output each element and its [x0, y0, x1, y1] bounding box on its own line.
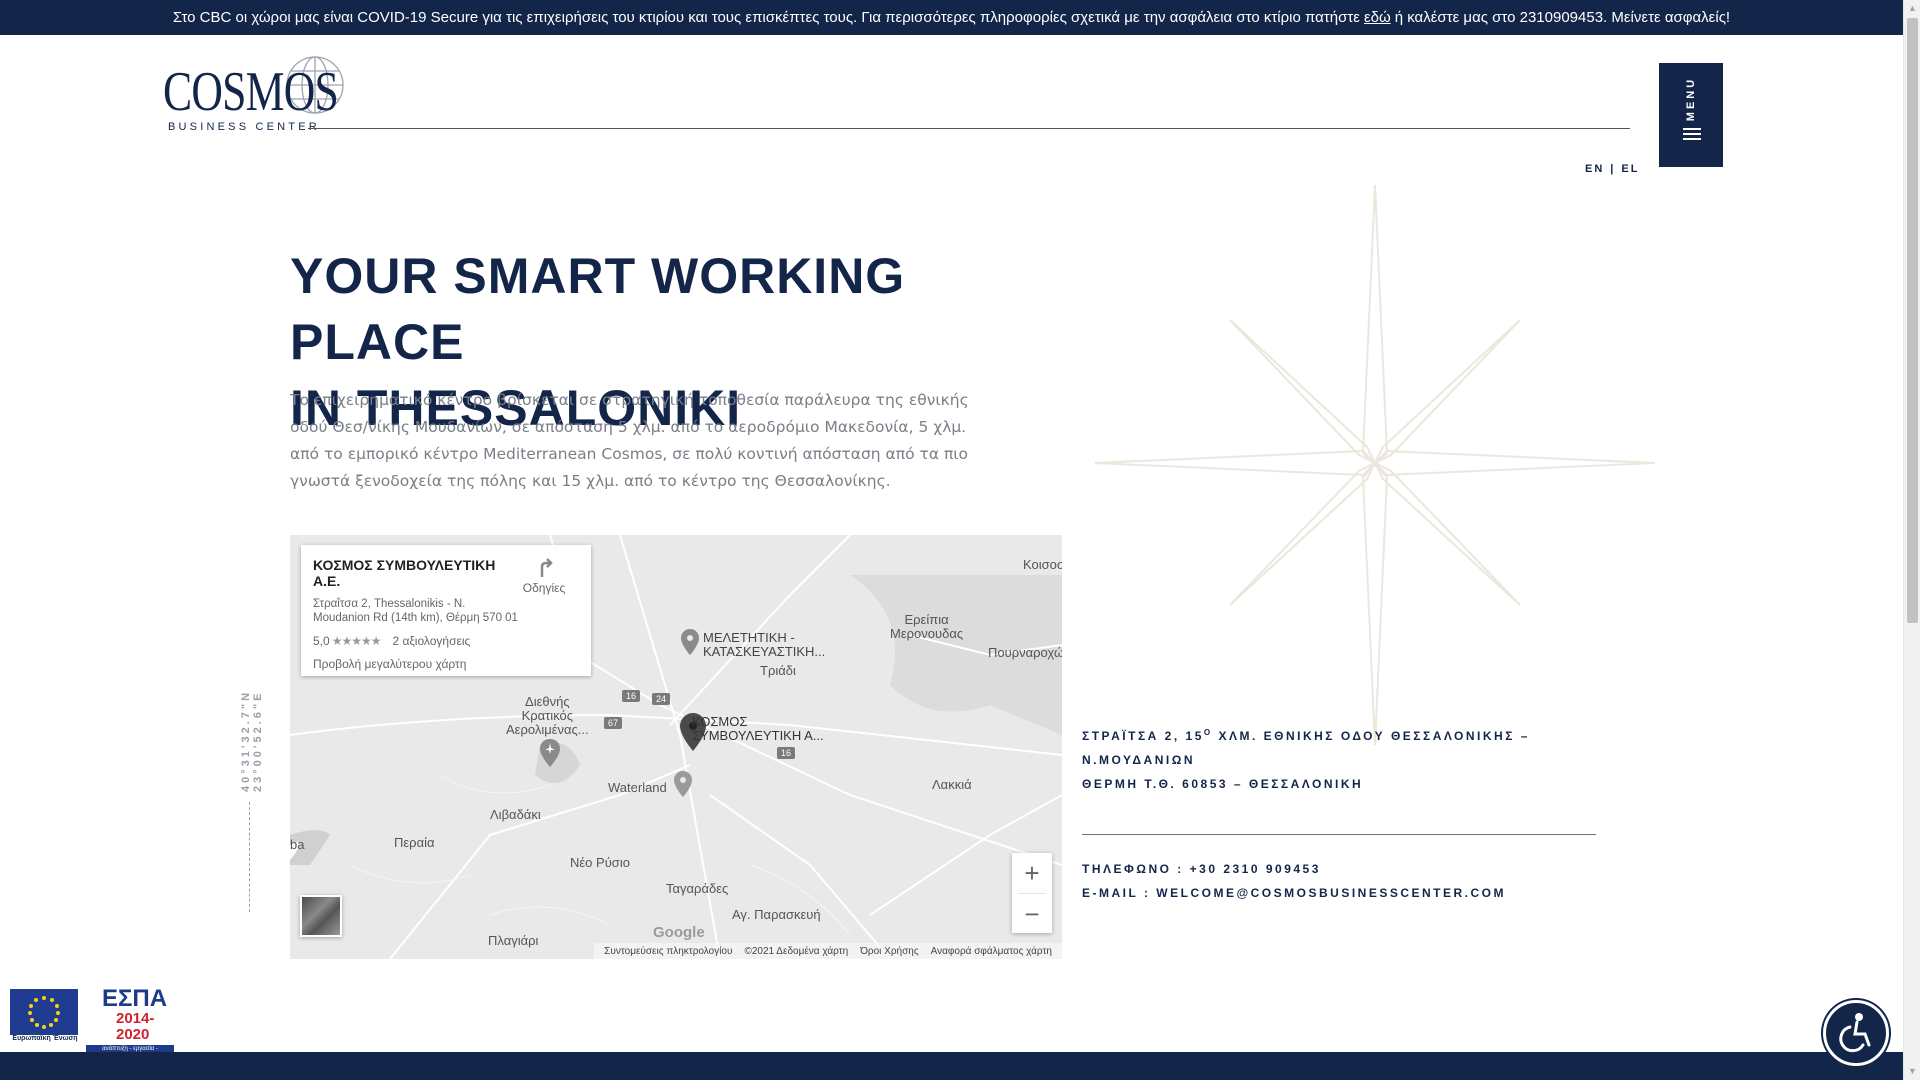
address-line1-rest: ΧΛΜ. ΕΘΝΙΚΗΣ ΟΔΟΥ ΘΕΣΣΑΛΟΝΙΚΗΣ –	[1212, 729, 1530, 743]
map-label-peraia: Περαία	[394, 835, 435, 850]
footer-bar	[0, 1052, 1903, 1080]
banner-link[interactable]: εδώ	[1364, 9, 1391, 26]
email-row: E-MAIL : WELCOME@COSMOSBUSINESSCENTER.CO…	[1082, 881, 1506, 905]
phone-label: ΤΗΛΕΦΩΝΟ :	[1082, 862, 1190, 876]
bigger-map-link[interactable]: Προβολή μεγαλύτερου χάρτη	[313, 657, 579, 671]
map-label-ag-paraskevi: Αγ. Παρασκευή	[732, 907, 821, 922]
star-rating-icon: ★★★★★	[331, 634, 382, 648]
menu-button[interactable]: MENU	[1659, 63, 1723, 167]
zoom-controls: + −	[1012, 853, 1052, 933]
accessibility-button[interactable]	[1823, 1000, 1889, 1066]
espa-title: ΕΣΠΑ	[102, 985, 168, 1012]
map-label-airport: Διεθνής Κρατικός Αερολιμένας...	[506, 694, 589, 737]
lang-separator: |	[1610, 163, 1616, 175]
address-line2: Ν.ΜΟΥΔΑΝΙΩΝ	[1082, 753, 1195, 767]
directions-label: Οδηγίες	[522, 581, 566, 595]
reviews-link[interactable]: 2 αξιολογήσεις	[392, 634, 470, 648]
map-label-tagarades: Ταγαράδες	[666, 881, 729, 896]
lang-el[interactable]: EL	[1621, 163, 1639, 175]
map-label-meletitiki: ΜΕΛΕΤΗΤΙΚΗ - ΚΑΤΑΣΚΕΥΑΣΤΙΚΗ...	[703, 630, 826, 659]
compass-star-icon	[1095, 185, 1655, 745]
rating-value: 5,0	[313, 634, 330, 648]
map-label-triadi: Τριάδι	[760, 663, 796, 678]
directions-icon	[540, 558, 553, 577]
zoom-out-button[interactable]: −	[1012, 894, 1052, 934]
map-pin-icon	[674, 771, 692, 797]
map-data-text: ©2021 Δεδομένα χάρτη	[744, 945, 849, 957]
place-address: Στραΐτσα 2, Thessalonikis - N. Moudanion…	[313, 598, 518, 624]
banner-text-after: ή καλέστε μας στο 2310909453. Μείνετε ασ…	[1394, 9, 1731, 26]
map-label-neo-rysio: Νέο Ρύσιο	[570, 855, 630, 870]
address-line1-sup: Ο	[1203, 728, 1213, 737]
google-logo: Google	[653, 924, 705, 941]
map-label-plagiari: Πλαγιάρι	[488, 933, 539, 948]
page-scrollbar[interactable]: ▲ ▼	[1903, 0, 1920, 1080]
map-label-pournaroxori: Πουρναροχώ...	[988, 645, 1062, 660]
place-info-card: ΚΟΣΜΟΣ ΣΥΜΒΟΥΛΕΥΤΙΚΗ Α.Ε. Στραΐτσα 2, Th…	[301, 545, 591, 676]
map-label-kosmos: ΚΟΣΜΟΣ ΣΥΜΒΟΥΛΕΥΤΙΚΗ Α...	[692, 714, 824, 743]
hero-title-line1: YOUR SMART WORKING PLACE	[290, 248, 906, 370]
road-badge: 16	[622, 690, 641, 702]
logo-subtitle: BUSINESS CENTER	[168, 121, 320, 133]
coordinates-text: 40°31'32.7"N 23°00'52.6"E	[240, 689, 264, 792]
scrollbar-thumb[interactable]	[1907, 18, 1918, 623]
contact-block: ΤΗΛΕΦΩΝΟ : +30 2310 909453 E-MAIL : WELC…	[1082, 857, 1506, 905]
directions-button[interactable]: Οδηγίες	[514, 557, 574, 595]
map-pin-icon[interactable]	[681, 629, 699, 655]
accessibility-icon	[1839, 1013, 1871, 1053]
airport-icon	[540, 739, 560, 767]
phone-row: ΤΗΛΕΦΩΝΟ : +30 2310 909453	[1082, 857, 1506, 881]
header-divider	[308, 128, 1630, 129]
hamburger-icon	[1683, 128, 1701, 143]
covid-banner: Στο CBC οι χώροι μας είναι COVID-19 Secu…	[0, 0, 1903, 35]
road-badge: 67	[604, 717, 623, 729]
coordinates: 40°31'32.7"N 23°00'52.6"E	[240, 592, 264, 912]
report-error-link[interactable]: Αναφορά σφάλματος χάρτη	[931, 946, 1052, 957]
scroll-down-icon[interactable]: ▼	[1904, 1063, 1920, 1080]
place-rating: 5,0 ★★★★★ 2 αξιολογήσεις	[313, 634, 579, 648]
address-line1: ΣΤΡΑΪΤΣΑ 2, 15Ο ΧΛΜ. ΕΘΝΙΚΗΣ ΟΔΟΥ ΘΕΣΣΑΛ…	[1082, 721, 1530, 748]
cosmos-logo[interactable]: COSMOS BUSINESS CENTER	[162, 50, 352, 136]
espa-banner[interactable]: Ευρωπαϊκή Ένωση ΕΣΠΑ 2014-2020 ανάπτυξη …	[10, 985, 175, 1063]
coordinates-dash	[249, 802, 250, 912]
banner-text-before: Στο CBC οι χώροι μας είναι COVID-19 Secu…	[172, 9, 1360, 26]
address-block: ΣΤΡΑΪΤΣΑ 2, 15Ο ΧΛΜ. ΕΘΝΙΚΗΣ ΟΔΟΥ ΘΕΣΣΑΛ…	[1082, 721, 1530, 796]
email-link[interactable]: WELCOME@COSMOSBUSINESSCENTER.COM	[1156, 886, 1506, 900]
keyboard-shortcuts-link[interactable]: Συντομεύσεις πληκτρολογίου	[604, 946, 732, 957]
road-badge: 16	[777, 747, 796, 759]
map-label-livadaki: Λιβαδάκι	[490, 807, 541, 822]
zoom-in-button[interactable]: +	[1012, 853, 1052, 893]
terms-link[interactable]: Όροι Χρήσης	[860, 946, 918, 957]
map-label-eremia: Ερείπια Μερονουδας	[890, 612, 964, 641]
place-name: ΚΟΣΜΟΣ ΣΥΜΒΟΥΛΕΥΤΙΚΗ Α.Ε.	[313, 557, 496, 589]
page: Στο CBC οι χώροι μας είναι COVID-19 Secu…	[0, 0, 1920, 1080]
address-line3: ΘΕΡΜΗ Τ.Θ. 60853 – ΘΕΣΣΑΛΟΝΙΚΗ	[1082, 777, 1364, 791]
lang-en[interactable]: EN	[1585, 163, 1604, 175]
address-divider	[1082, 834, 1596, 835]
phone-link[interactable]: +30 2310 909453	[1190, 862, 1321, 876]
road-badge: 24	[652, 693, 671, 705]
map-label-waterland: Waterland	[608, 780, 667, 795]
google-map[interactable]: 16 24 67 16 ΚΟΣΜΟΣ ΣΥΜΒΟΥΛΕΥΤΙΚΗ Α... ΜΕ…	[290, 535, 1062, 959]
scroll-up-icon[interactable]: ▲	[1904, 0, 1920, 17]
eu-caption: Ευρωπαϊκή Ένωση	[12, 1035, 78, 1042]
language-switcher: EN | EL	[1585, 163, 1639, 175]
map-label-ba: ba	[290, 837, 305, 852]
satellite-toggle[interactable]	[300, 895, 342, 937]
map-attribution: Συντομεύσεις πληκτρολογίου ©2021 Δεδομέν…	[594, 943, 1062, 959]
menu-label: MENU	[1685, 76, 1697, 122]
logo-word: COSMOS	[163, 61, 339, 123]
map-label-lakkia: Λακκιά	[932, 777, 972, 792]
map-label-kosmos-top: Κοισοσ	[1023, 557, 1062, 572]
address-line1-start: ΣΤΡΑΪΤΣΑ 2, 15	[1082, 729, 1204, 743]
eu-flag-icon	[10, 989, 78, 1035]
hero-description: Το επιχειρηματικό κέντρο βρίσκεται σε στ…	[290, 391, 969, 490]
espa-years: 2014-2020	[116, 1010, 155, 1043]
email-label: E-MAIL :	[1082, 886, 1157, 900]
